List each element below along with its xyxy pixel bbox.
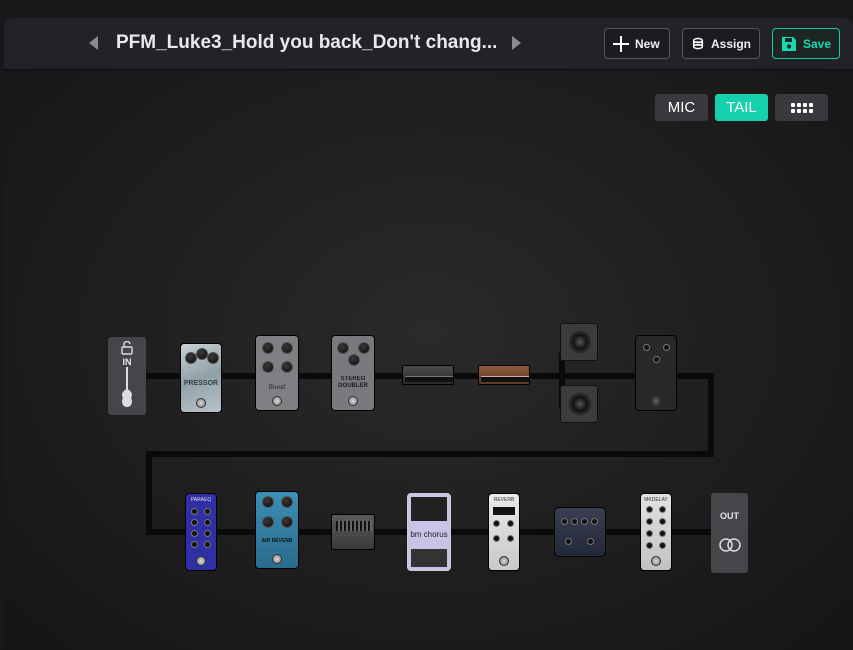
air-reverb-pedal[interactable]: AIR REVERB	[255, 491, 299, 569]
assign-label: Assign	[710, 36, 751, 51]
next-preset-arrow-icon[interactable]	[512, 36, 521, 50]
assign-button[interactable]: Assign	[682, 28, 760, 59]
cabinet-2[interactable]	[560, 385, 598, 423]
new-label: New	[635, 36, 660, 51]
delay-label: MKDELAY	[644, 497, 668, 503]
cabinet-1[interactable]	[560, 323, 598, 361]
amp-head-1[interactable]	[402, 365, 454, 385]
tail-view-button[interactable]: TAIL	[715, 94, 768, 121]
parametric-eq-pedal[interactable]: PARAEQ	[185, 493, 217, 571]
signal-cable	[146, 451, 152, 535]
graphic-eq-unit[interactable]	[331, 514, 375, 550]
dark-pedal[interactable]	[635, 335, 677, 411]
output-block[interactable]: OUT	[711, 493, 748, 573]
multi-effect-unit[interactable]	[554, 507, 606, 557]
plus-icon	[613, 35, 629, 52]
stereo-doubler-label: STEREO DOUBLER	[338, 376, 368, 389]
air-reverb-label: AIR REVERB	[261, 538, 293, 544]
amp-head-2[interactable]	[478, 365, 530, 385]
save-button[interactable]: Save	[772, 28, 840, 59]
speaker-icon	[569, 393, 591, 415]
grid-icon	[790, 102, 813, 113]
bm-chorus-pedal[interactable]: bm chorus	[407, 493, 451, 571]
stereo-doubler-pedal[interactable]: STEREO DOUBLER	[331, 335, 375, 411]
input-label: IN	[122, 357, 132, 367]
pressor-compressor-pedal[interactable]: PRESSOR	[180, 343, 222, 413]
signal-cable	[708, 373, 714, 457]
delay-pedal[interactable]: MKDELAY	[640, 493, 672, 571]
signal-cable	[146, 451, 714, 457]
guitar-icon	[122, 367, 132, 407]
pressor-label: PRESSOR	[183, 380, 219, 387]
reverb-label: REVERB	[493, 497, 515, 503]
boost-label: Boost	[268, 384, 286, 391]
bm-chorus-label: bm chorus	[410, 530, 448, 539]
floppy-disk-icon	[781, 36, 796, 51]
preset-header: PFM_Luke3_Hold you back_Don't chang... N…	[4, 18, 853, 70]
mic-view-button[interactable]: MIC	[655, 94, 708, 121]
boost-pedal[interactable]: Boost	[255, 335, 299, 411]
stereo-output-icon	[718, 538, 741, 552]
footswitch-icon	[692, 37, 704, 49]
new-button[interactable]: New	[604, 28, 670, 59]
grid-view-button[interactable]	[775, 94, 828, 121]
signal-chain-canvas: MIC TAIL IN PRESSOR Boost STEREO DOUBLER…	[4, 71, 853, 650]
reverb-pedal[interactable]: REVERB	[488, 493, 520, 571]
app-window: PFM_Luke3_Hold you back_Don't chang... N…	[0, 0, 853, 650]
preset-title[interactable]: PFM_Luke3_Hold you back_Don't chang...	[116, 32, 496, 54]
input-block[interactable]: IN	[108, 337, 146, 415]
output-label: OUT	[720, 511, 739, 521]
save-label: Save	[802, 36, 831, 51]
speaker-icon	[569, 331, 591, 353]
unlock-icon	[121, 340, 133, 355]
paraeq-label: PARAEQ	[190, 497, 212, 503]
previous-preset-arrow-icon[interactable]	[89, 36, 98, 50]
